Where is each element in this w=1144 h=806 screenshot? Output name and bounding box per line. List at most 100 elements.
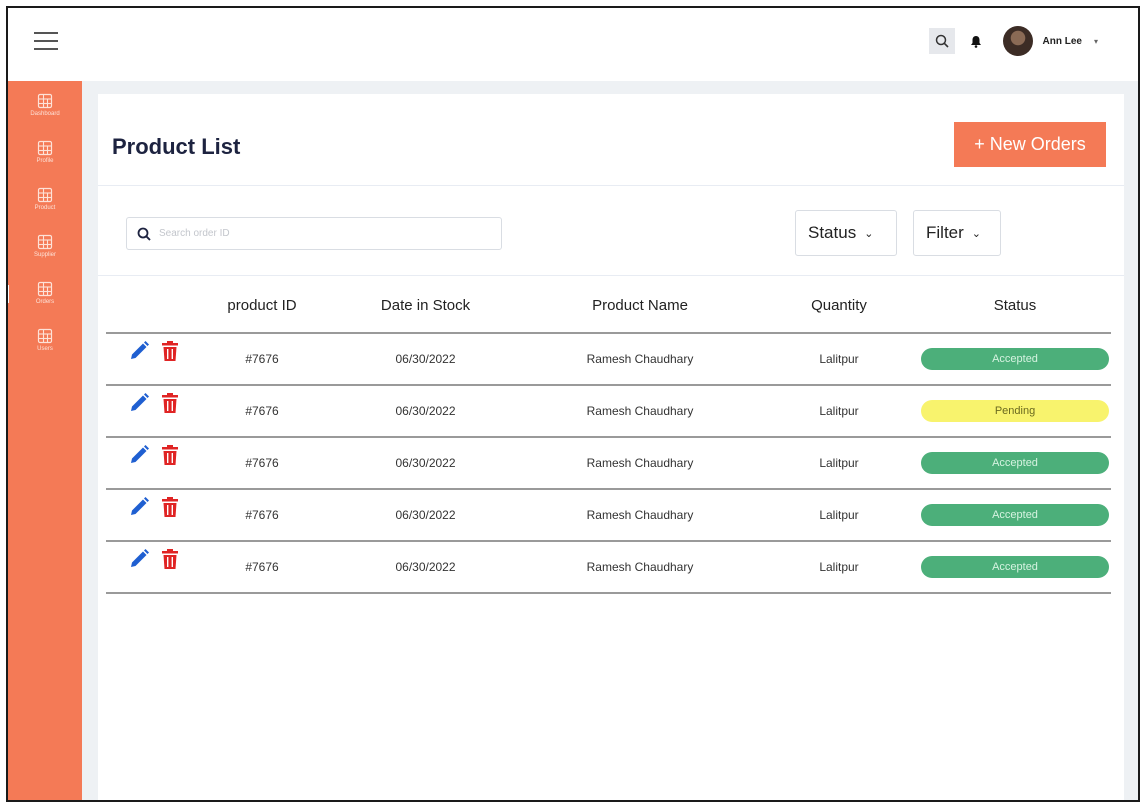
cell-date: 06/30/2022 (330, 541, 521, 594)
cell-date: 06/30/2022 (330, 437, 521, 490)
menu-icon[interactable] (34, 32, 58, 52)
app-window: Ann Lee ▾ Dashboard Profile Product Supplie… (6, 6, 1140, 802)
edit-pencil-icon[interactable] (128, 340, 150, 362)
cell-product-id: #7676 (194, 385, 330, 438)
edit-pencil-icon[interactable] (128, 496, 150, 518)
cell-product-id: #7676 (194, 489, 330, 542)
filter-dropdown[interactable]: Filter ⌄ (913, 210, 1001, 256)
cell-product-name: Ramesh Chaudhary (521, 489, 759, 542)
sidebar-item-label: Dashboard (30, 111, 60, 117)
search-icon[interactable] (928, 28, 955, 54)
bell-icon[interactable] (965, 30, 987, 52)
header-product-name[interactable]: Product Name (521, 278, 759, 334)
edit-pencil-icon[interactable] (128, 548, 150, 570)
trash-icon[interactable] (160, 496, 180, 518)
cell-quantity: Lalitpur (759, 385, 919, 438)
filter-bar: Status ⌄ Filter ⌄ (98, 186, 1124, 276)
search-icon (137, 227, 151, 241)
trash-icon[interactable] (160, 392, 180, 414)
sidebar-item-label: Orders (35, 299, 55, 305)
top-right-controls: Ann Lee ▾ (928, 26, 1098, 56)
sidebar-item-label: Product (34, 205, 56, 211)
trash-icon[interactable] (160, 340, 180, 362)
table-row: #7676 06/30/2022 Ramesh Chaudhary Lalitpur A… (106, 489, 1111, 542)
chevron-down-icon: ⌄ (864, 227, 874, 240)
table-row: #7676 06/30/2022 Ramesh Chaudhary Lalitpur A… (106, 333, 1111, 386)
cell-quantity: Lalitpur (759, 489, 919, 542)
cell-product-name: Ramesh Chaudhary (521, 437, 759, 490)
status-badge: Accepted (921, 348, 1109, 370)
header-product-id[interactable]: product ID (194, 278, 330, 334)
table-row: #7676 06/30/2022 Ramesh Chaudhary Lalitpur A… (106, 541, 1111, 594)
edit-pencil-icon[interactable] (128, 444, 150, 466)
sidebar-item-supplier[interactable]: Supplier (8, 222, 82, 269)
cell-product-name: Ramesh Chaudhary (521, 385, 759, 438)
cell-date: 06/30/2022 (330, 489, 521, 542)
status-dropdown-label: Status (808, 223, 857, 242)
cell-status: Accepted (919, 541, 1111, 594)
cell-date: 06/30/2022 (330, 385, 521, 438)
grid-icon (37, 187, 53, 203)
sidebar-item-label: Supplier (33, 252, 56, 258)
row-actions (106, 489, 194, 542)
sidebar-item-orders[interactable]: Orders (8, 269, 82, 316)
status-badge: Accepted (921, 504, 1109, 526)
filter-dropdown-label: Filter (926, 223, 964, 242)
user-name[interactable]: Ann Lee (1043, 36, 1082, 47)
new-orders-button[interactable]: + New Orders (954, 122, 1106, 167)
row-actions (106, 541, 194, 594)
sidebar-item-profile[interactable]: Profile (8, 128, 82, 175)
grid-icon (37, 93, 53, 109)
cell-product-id: #7676 (194, 541, 330, 594)
cell-product-id: #7676 (194, 333, 330, 386)
cell-quantity: Lalitpur (759, 333, 919, 386)
header-date[interactable]: Date in Stock (330, 278, 521, 334)
table-row: #7676 06/30/2022 Ramesh Chaudhary Lalitpur A… (106, 437, 1111, 490)
cell-product-id: #7676 (194, 437, 330, 490)
status-badge: Accepted (921, 452, 1109, 474)
row-actions (106, 333, 194, 386)
main-card: Product List + New Orders Status ⌄ Filte… (98, 94, 1124, 800)
grid-icon (37, 281, 53, 297)
grid-icon (37, 234, 53, 250)
grid-icon (37, 140, 53, 156)
sidebar-item-product[interactable]: Product (8, 175, 82, 222)
grid-icon (37, 328, 53, 344)
status-badge: Accepted (921, 556, 1109, 578)
page-title: Product List (112, 134, 241, 159)
status-badge: Pending (921, 400, 1109, 422)
cell-status: Accepted (919, 489, 1111, 542)
cell-quantity: Lalitpur (759, 437, 919, 490)
cell-quantity: Lalitpur (759, 541, 919, 594)
table-header-row: product ID Date in Stock Product Name Qu… (106, 278, 1111, 334)
product-table: product ID Date in Stock Product Name Qu… (106, 278, 1111, 594)
cell-status: Accepted (919, 333, 1111, 386)
search-input[interactable] (159, 228, 479, 239)
status-dropdown[interactable]: Status ⌄ (795, 210, 897, 256)
cell-product-name: Ramesh Chaudhary (521, 333, 759, 386)
trash-icon[interactable] (160, 444, 180, 466)
cell-status: Accepted (919, 437, 1111, 490)
sidebar-item-dashboard[interactable]: Dashboard (8, 81, 82, 128)
sidebar-item-users[interactable]: Users (8, 316, 82, 363)
card-header: Product List + New Orders (98, 94, 1124, 186)
chevron-down-icon: ⌄ (971, 227, 981, 240)
header-quantity[interactable]: Quantity (759, 278, 919, 334)
row-actions (106, 437, 194, 490)
cell-status: Pending (919, 385, 1111, 438)
search-box[interactable] (126, 217, 502, 250)
trash-icon[interactable] (160, 548, 180, 570)
sidebar-item-label: Profile (36, 158, 54, 164)
sidebar-item-label: Users (37, 346, 53, 352)
row-actions (106, 385, 194, 438)
chevron-down-icon[interactable]: ▾ (1094, 37, 1098, 46)
avatar[interactable] (1002, 26, 1033, 56)
top-bar: Ann Lee ▾ (8, 8, 1138, 81)
edit-pencil-icon[interactable] (128, 392, 150, 414)
cell-date: 06/30/2022 (330, 333, 521, 386)
sidebar: Dashboard Profile Product Supplier Orders Use… (8, 81, 82, 800)
cell-product-name: Ramesh Chaudhary (521, 541, 759, 594)
table-row: #7676 06/30/2022 Ramesh Chaudhary Lalitpur P… (106, 385, 1111, 438)
header-status[interactable]: Status (919, 278, 1111, 334)
header-actions (106, 278, 194, 334)
